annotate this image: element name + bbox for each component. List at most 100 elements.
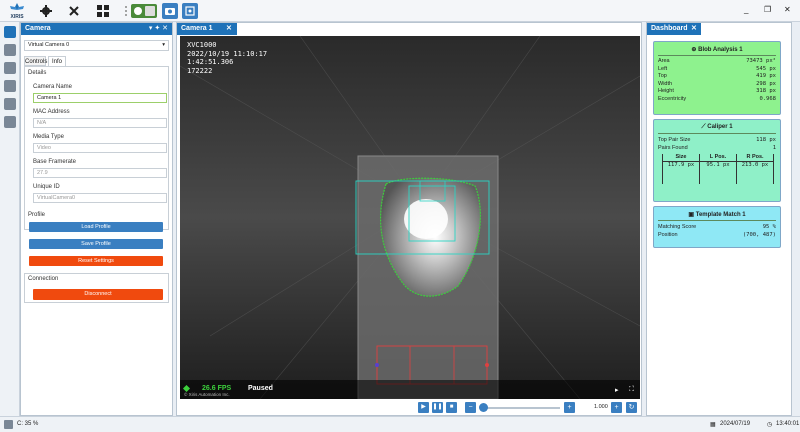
blob-value: 73473 px² — [746, 58, 776, 64]
blob-key: Area — [658, 58, 670, 64]
template-match-card[interactable]: ▣ Template Match 1 Matching Score 95 % Pos… — [653, 206, 781, 248]
framerate-label: Base Framerate — [33, 159, 77, 165]
mac-label: MAC Address — [33, 109, 70, 115]
blob-row: Top 419 px — [654, 73, 780, 81]
blob-row: Width 298 px — [654, 81, 780, 89]
blob-row: Left 545 px — [654, 66, 780, 74]
template-icon: ▣ — [688, 212, 696, 218]
copyright-text: © Xiris Automation Inc. — [184, 392, 230, 397]
stop-button[interactable]: ■ — [446, 402, 457, 413]
video-overlay-text: XVC1000 2022/10/19 11:10:17 1:42:51.306 … — [187, 41, 267, 75]
dashboard-tab[interactable]: Dashboard ✕ — [647, 23, 701, 35]
caliper-card[interactable]: ⟋ Caliper 1 Top Pair Size 118 px Pairs Fou… — [653, 119, 781, 202]
tab-info[interactable]: Info — [48, 56, 66, 66]
caliper-col-lpos: L Pos. — [700, 154, 737, 161]
play-button[interactable]: ▶ — [418, 402, 429, 413]
blob-value: 318 px — [756, 88, 776, 94]
framerate-field[interactable]: 27.9 — [33, 168, 167, 178]
status-bar: C: 35 % ▦ 2024/07/19 ◷ 13:40:01 — [0, 416, 800, 432]
load-profile-button[interactable]: Load Profile — [29, 222, 163, 232]
dashboard-panel: Dashboard ✕ ⊕ Blob Analysis 1 Area 73473 … — [646, 22, 792, 416]
play-small-icon[interactable]: ▸ — [615, 386, 619, 394]
caliper-title-text: Caliper 1 — [707, 124, 733, 130]
blob-row: Height 318 px — [654, 88, 780, 96]
media-type-field[interactable]: Video — [33, 143, 167, 153]
template-card-title: ▣ Template Match 1 — [658, 207, 776, 221]
faster-button[interactable]: + — [564, 402, 575, 413]
status-time: 13:40:01 — [776, 421, 800, 427]
chevron-down-icon: ▾ — [162, 42, 165, 48]
panel-rail-icon[interactable] — [4, 116, 16, 128]
pause-button[interactable]: ❚❚ — [432, 402, 443, 413]
slower-button[interactable]: − — [465, 402, 476, 413]
camera-panel: Camera ▾ ✦ ✕ Virtual Camera 0 ▾ Controls… — [20, 22, 173, 416]
camera-name-field[interactable]: Camera 1 — [33, 93, 167, 103]
minimize-button[interactable]: _ — [744, 5, 748, 14]
layout-icon[interactable] — [95, 3, 111, 19]
live-toggle[interactable] — [131, 4, 157, 18]
playback-bar: ▶ ❚❚ ■ − + 1.000 + ↻ — [418, 402, 638, 414]
unique-id-label: Unique ID — [33, 184, 60, 190]
camera-view-tab[interactable]: Camera 1 ✕ — [177, 23, 237, 35]
caliper-col-size: Size — [663, 154, 700, 161]
blob-analysis-card[interactable]: ⊕ Blob Analysis 1 Area 73473 px² Left 545 p… — [653, 41, 781, 115]
fullscreen-icon[interactable]: ⛶ — [629, 386, 634, 394]
blob-key: Width — [658, 80, 673, 87]
caliper-row: Pairs Found 1 — [654, 145, 780, 153]
overlay-camera-model: XVC1000 — [187, 41, 217, 49]
settings-rail-icon[interactable] — [4, 98, 16, 110]
tab-controls[interactable]: Controls — [24, 56, 47, 66]
template-row: Position (700, 487) — [654, 232, 780, 240]
close-tab-icon[interactable]: ✕ — [226, 23, 232, 35]
disconnect-button[interactable]: Disconnect — [33, 289, 163, 300]
blob-key: Top — [658, 73, 667, 79]
panel-controls-icon[interactable]: ▾ ✦ ✕ — [149, 23, 168, 35]
reset-speed-icon[interactable]: ↻ — [626, 402, 637, 413]
cpu-icon — [4, 420, 13, 429]
blob-value: 0.968 — [759, 95, 776, 102]
close-dashboard-icon[interactable]: ✕ — [691, 23, 697, 35]
close-window-button[interactable]: ✕ — [784, 5, 791, 14]
dashboard-tab-label: Dashboard — [651, 25, 688, 32]
connection-group: Connection Disconnect — [24, 273, 169, 303]
speed-slider-handle[interactable] — [479, 403, 488, 412]
caliper-value: 118 px — [756, 137, 776, 143]
document-rail-icon[interactable] — [4, 62, 16, 74]
overlay-frame-number: 172222 — [187, 66, 213, 75]
template-key: Matching Score — [658, 224, 697, 230]
tools-icon[interactable] — [66, 3, 82, 19]
wrench-rail-icon[interactable] — [4, 80, 16, 92]
camera-video[interactable]: XVC1000 2022/10/19 11:10:17 1:42:51.306 … — [180, 36, 640, 399]
blob-key: Height — [658, 88, 674, 94]
caliper-val-size: 117.9 px — [663, 162, 700, 184]
camera-select[interactable]: Virtual Camera 0 ▾ — [24, 40, 169, 51]
caliper-row: Top Pair Size 118 px — [654, 137, 780, 145]
playback-state: Paused — [248, 385, 273, 392]
details-header: Details — [28, 70, 47, 76]
caliper-val-rpos: 213.0 px — [741, 162, 769, 168]
caliper-card-title: ⟋ Caliper 1 — [658, 120, 776, 134]
reset-settings-button[interactable]: Reset Settings — [29, 256, 163, 266]
template-key: Position — [658, 231, 678, 238]
blob-card-title: ⊕ Blob Analysis 1 — [658, 42, 776, 56]
save-profile-button[interactable]: Save Profile — [29, 239, 163, 249]
image-rail-icon[interactable] — [4, 44, 16, 56]
restore-button[interactable]: ❐ — [764, 5, 771, 14]
blob-title-text: Blob Analysis 1 — [698, 47, 743, 53]
blob-row: Eccentricity 0.968 — [654, 96, 780, 104]
caliper-val-lpos: 95.1 px — [700, 162, 737, 184]
caliper-key: Top Pair Size — [658, 137, 691, 143]
speed-slider-track[interactable] — [480, 407, 560, 409]
snapshot-icon[interactable] — [182, 3, 198, 19]
caliper-value: 1 — [772, 144, 776, 151]
blob-value: 298 px — [756, 80, 776, 87]
camera-icon[interactable] — [162, 3, 178, 19]
top-toolbar: XIRIS _ ❐ ✕ — [0, 0, 800, 22]
unique-id-field[interactable]: VirtualCamera0 — [33, 193, 167, 203]
template-value: (700, 487) — [742, 231, 776, 238]
gear-icon[interactable] — [38, 3, 54, 19]
speed-up-button[interactable]: + — [611, 402, 622, 413]
speed-value: 1.000 — [594, 404, 608, 410]
camera-rail-icon[interactable] — [4, 26, 16, 38]
mac-field[interactable]: N/A — [33, 118, 167, 128]
